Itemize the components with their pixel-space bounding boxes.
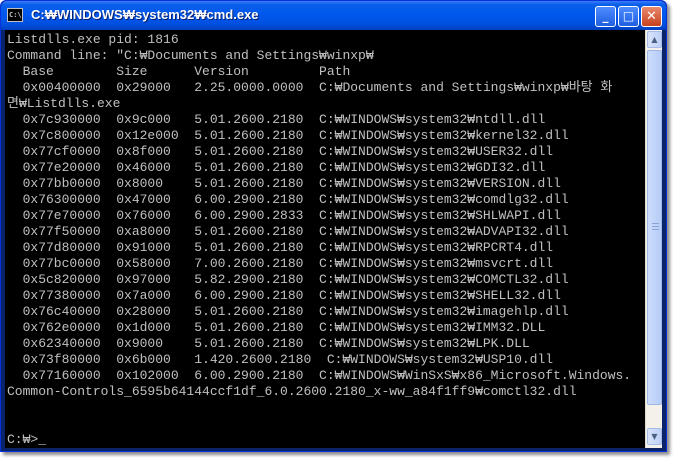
scroll-up-button[interactable]: ▲ <box>647 31 662 48</box>
scroll-down-button[interactable]: ▼ <box>647 428 662 445</box>
console-line: 0x62340000 0x9000 5.01.2600.2180 C:₩WIND… <box>7 336 530 351</box>
thumb-grip <box>652 226 659 227</box>
vertical-scrollbar[interactable]: ▲ ▼ <box>645 30 662 448</box>
console-line: 0x77380000 0x7a000 6.00.2900.2180 C:₩WIN… <box>7 288 561 303</box>
thumb-grip <box>652 223 659 224</box>
console-line: 0x7c800000 0x12e000 5.01.2600.2180 C:₩WI… <box>7 128 569 143</box>
console-line: 0x77e20000 0x46000 5.01.2600.2180 C:₩WIN… <box>7 160 546 175</box>
maximize-button[interactable]: □ <box>618 6 639 27</box>
console-line: 0x76300000 0x47000 6.00.2900.2180 C:₩WIN… <box>7 192 569 207</box>
console-line: 면₩Listdlls.exe <box>7 96 121 111</box>
console-line: C:₩>_ <box>7 432 47 446</box>
console-line: 0x77f50000 0xa8000 5.01.2600.2180 C:₩WIN… <box>7 224 569 239</box>
console-line: 0x76c40000 0x28000 5.01.2600.2180 C:₩WIN… <box>7 304 569 319</box>
thumb-grip <box>652 229 659 230</box>
console-line: 0x77bc0000 0x58000 7.00.2600.2180 C:₩WIN… <box>7 256 554 271</box>
console-line: 0x77e70000 0x76000 6.00.2900.2833 C:₩WIN… <box>7 208 561 223</box>
console-line: Listdlls.exe pid: 1816 <box>7 32 179 47</box>
console-output[interactable]: Listdlls.exe pid: 1816 Command line: "C:₩… <box>7 32 647 446</box>
console-line: 0x00400000 0x29000 2.25.0000.0000 C:₩Doc… <box>7 80 613 95</box>
console-line: 0x762e0000 0x1d000 5.01.2600.2180 C:₩WIN… <box>7 320 546 335</box>
console-area[interactable]: Listdlls.exe pid: 1816 Command line: "C:₩… <box>5 30 662 448</box>
console-line: 0x7c930000 0x9c000 5.01.2600.2180 C:₩WIN… <box>7 112 546 127</box>
console-line: Base Size Version Path <box>7 64 351 79</box>
console-line: 0x77160000 0x102000 6.00.2900.2180 C:₩WI… <box>7 368 632 383</box>
console-line: 0x77bb0000 0x8000 5.01.2600.2180 C:₩WIND… <box>7 176 561 191</box>
window-title: C:₩WINDOWS₩system32₩cmd.exe <box>31 7 259 22</box>
console-window: C:\ C:₩WINDOWS₩system32₩cmd.exe _ □ ✕ Li… <box>0 0 667 452</box>
close-button[interactable]: ✕ <box>641 6 662 27</box>
console-line: 0x5c820000 0x97000 5.82.2900.2180 C:₩WIN… <box>7 272 569 287</box>
cmd-icon[interactable]: C:\ <box>7 8 23 22</box>
console-line: Common-Controls_6595b64144ccf1df_6.0.260… <box>7 384 577 399</box>
scroll-thumb[interactable] <box>647 50 662 405</box>
console-line: 0x73f80000 0x6b000 1.420.2600.2180 C:₩WI… <box>7 352 554 367</box>
minimize-button[interactable]: _ <box>595 6 616 27</box>
text-cursor: _ <box>38 432 47 446</box>
console-line: Command line: "C:₩Documents and Settings… <box>7 48 374 63</box>
console-line: 0x77cf0000 0x8f000 5.01.2600.2180 C:₩WIN… <box>7 144 554 159</box>
console-line: 0x77d80000 0x91000 5.01.2600.2180 C:₩WIN… <box>7 240 554 255</box>
title-bar[interactable]: C:\ C:₩WINDOWS₩system32₩cmd.exe _ □ ✕ <box>1 1 666 30</box>
